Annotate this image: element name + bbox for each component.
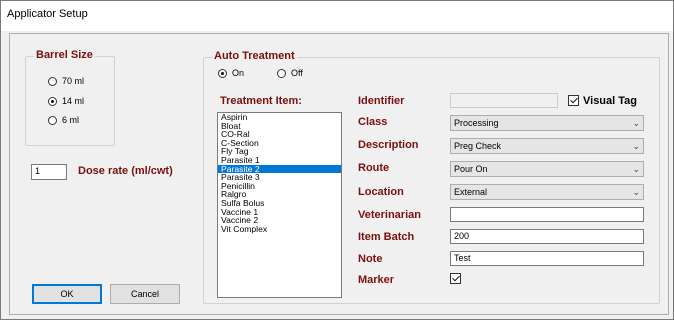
- dose-rate-label: Dose rate (ml/cwt): [78, 165, 173, 177]
- chevron-down-icon: ⌄: [632, 141, 640, 151]
- location-label: Location: [358, 186, 404, 198]
- marker-checkbox[interactable]: [450, 273, 461, 284]
- auto-treatment-on-radio[interactable]: On: [218, 68, 244, 78]
- marker-label: Marker: [358, 274, 395, 286]
- note-label: Note: [358, 253, 383, 265]
- veterinarian-label: Veterinarian: [358, 209, 421, 221]
- visual-tag-checkbox[interactable]: [568, 95, 579, 106]
- window-title: Applicator Setup: [7, 8, 88, 20]
- list-item[interactable]: Vit Complex: [218, 225, 341, 234]
- note-input[interactable]: Test: [450, 251, 644, 266]
- radio-off-indicator: [277, 68, 286, 78]
- description-label: Description: [358, 139, 419, 151]
- ok-button[interactable]: OK: [32, 284, 102, 304]
- location-select[interactable]: External ⌄: [450, 184, 644, 200]
- class-value: Processing: [454, 118, 499, 128]
- barrel-14ml-radio[interactable]: 14 ml: [48, 96, 84, 106]
- auto-treatment-off-radio[interactable]: Off: [277, 68, 303, 78]
- barrel-6ml-label: 6 ml: [62, 115, 80, 125]
- applicator-setup-window: Applicator Setup Barrel Size 70 ml 14 ml…: [0, 0, 674, 320]
- item-batch-input[interactable]: 200: [450, 229, 644, 244]
- veterinarian-input[interactable]: [450, 207, 644, 222]
- cancel-button[interactable]: Cancel: [110, 284, 180, 304]
- chevron-down-icon: ⌄: [632, 118, 640, 128]
- barrel-70ml-label: 70 ml: [62, 76, 85, 86]
- route-select[interactable]: Pour On ⌄: [450, 161, 644, 177]
- auto-treatment-on-label: On: [232, 68, 245, 78]
- title-bar: Applicator Setup: [1, 1, 673, 31]
- auto-treatment-off-label: Off: [291, 68, 303, 78]
- identifier-input[interactable]: [450, 93, 558, 108]
- route-label: Route: [358, 162, 390, 174]
- chevron-down-icon: ⌄: [632, 164, 640, 174]
- radio-6ml-indicator: [48, 115, 57, 125]
- class-label: Class: [358, 116, 388, 128]
- dialog-body: Barrel Size 70 ml 14 ml 6 ml 1 Dose rate…: [9, 33, 669, 315]
- route-value: Pour On: [454, 164, 488, 174]
- item-batch-label: Item Batch: [358, 231, 415, 243]
- treatment-item-label: Treatment Item:: [220, 95, 302, 107]
- identifier-label: Identifier: [358, 95, 405, 107]
- barrel-6ml-radio[interactable]: 6 ml: [48, 115, 79, 125]
- class-select[interactable]: Processing ⌄: [450, 115, 644, 131]
- barrel-70ml-radio[interactable]: 70 ml: [48, 76, 84, 86]
- radio-14ml-indicator: [48, 96, 57, 106]
- treatment-item-list[interactable]: Aspirin Bloat CO-Ral C-Section Fly Tag P…: [217, 112, 342, 298]
- radio-70ml-indicator: [48, 76, 57, 86]
- radio-on-indicator: [218, 68, 227, 78]
- auto-treatment-title: Auto Treatment: [212, 50, 297, 62]
- chevron-down-icon: ⌄: [632, 187, 640, 197]
- barrel-14ml-label: 14 ml: [62, 96, 85, 106]
- dose-rate-input[interactable]: 1: [31, 164, 67, 180]
- visual-tag-label: Visual Tag: [583, 95, 638, 107]
- description-value: Preg Check: [454, 141, 502, 151]
- barrel-size-title: Barrel Size: [34, 49, 95, 61]
- description-select[interactable]: Preg Check ⌄: [450, 138, 644, 154]
- location-value: External: [454, 187, 488, 197]
